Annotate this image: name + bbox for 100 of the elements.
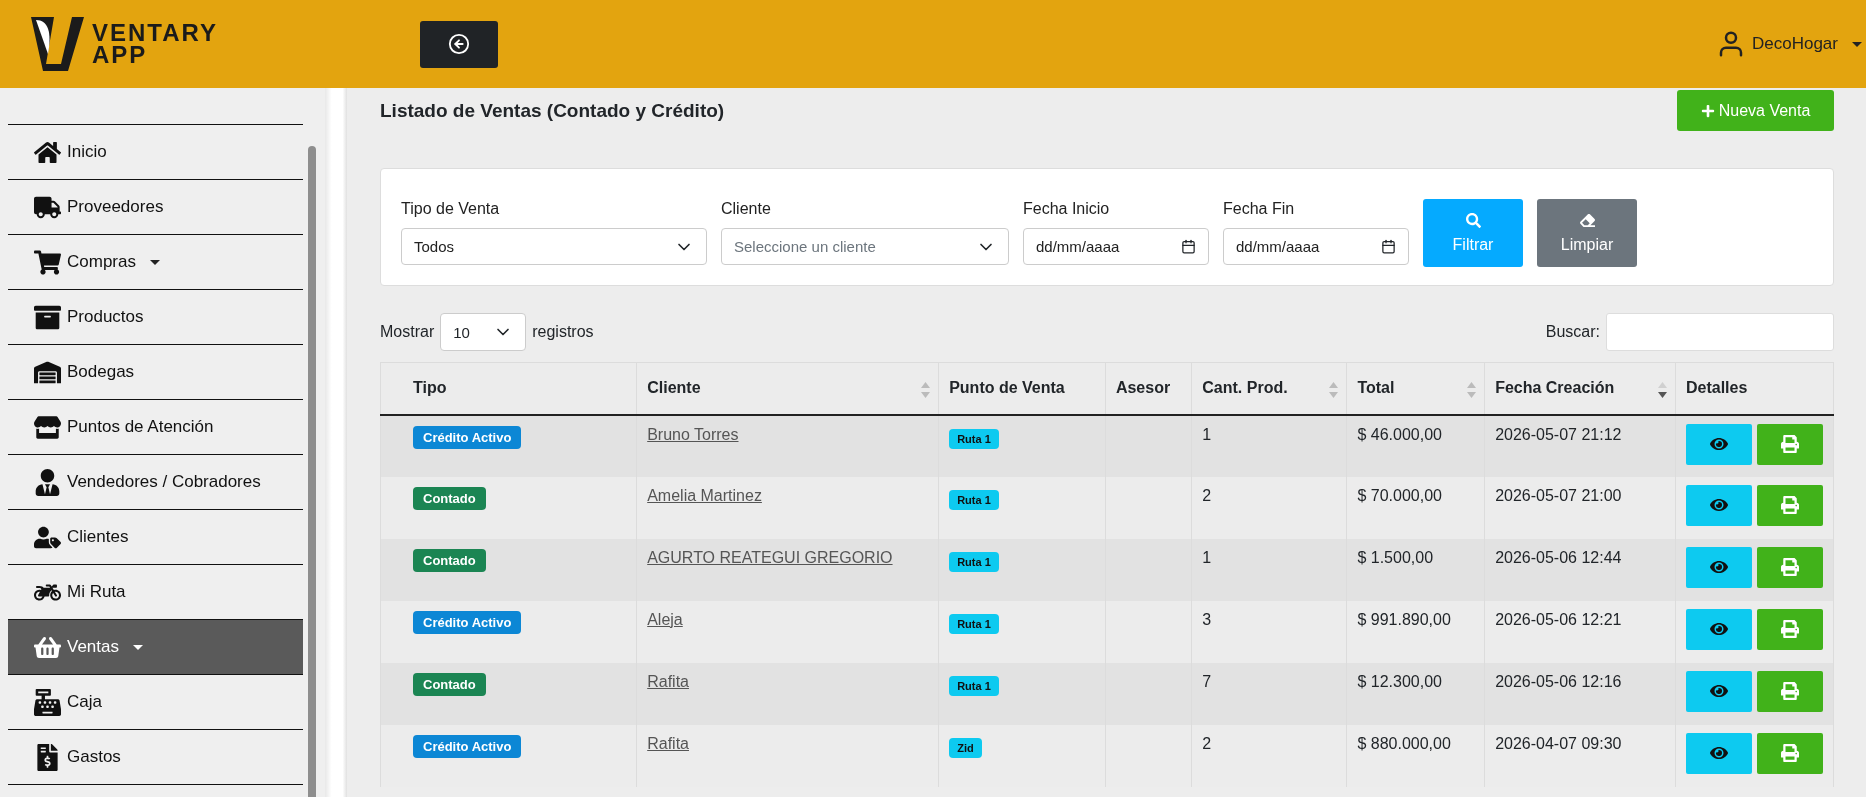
route-badge: Ruta 1 xyxy=(949,613,999,634)
field-label: Cliente xyxy=(721,200,772,218)
search-label: Buscar: xyxy=(1545,323,1600,341)
client-link[interactable]: Amelia Martinez xyxy=(647,486,762,504)
sidebar-item[interactable]: Ventas xyxy=(8,620,303,675)
column-header[interactable]: Cliente xyxy=(636,362,939,415)
view-button[interactable] xyxy=(1685,670,1752,712)
records-label: registros xyxy=(532,323,594,341)
column-header[interactable]: Fecha Creación xyxy=(1484,362,1676,415)
field-label: Tipo de Venta xyxy=(401,200,501,218)
person-tie-icon xyxy=(34,468,61,496)
sidebar-item[interactable]: Clientes xyxy=(8,510,303,565)
column-header: Detalles xyxy=(1675,362,1834,415)
cart-icon xyxy=(34,248,61,276)
user-menu[interactable]: DecoHogar xyxy=(1716,29,1866,59)
sidebar-item[interactable]: Vendedores / Cobradores xyxy=(8,455,303,510)
select-field[interactable]: Seleccione un cliente xyxy=(721,228,1009,265)
show-label: Mostrar xyxy=(380,323,435,341)
sidebar-item[interactable]: Compras xyxy=(8,235,303,290)
eraser-icon xyxy=(1579,212,1595,228)
type-badge: Contado xyxy=(413,672,486,696)
route-badge: Ruta 1 xyxy=(949,489,999,510)
back-button[interactable] xyxy=(420,20,498,68)
invoice-icon xyxy=(34,743,61,771)
route-badge: Ruta 1 xyxy=(949,551,999,572)
search-field[interactable] xyxy=(1606,313,1834,351)
client-link[interactable]: Rafita xyxy=(647,672,689,690)
sidebar-item[interactable]: Inicio xyxy=(8,125,303,180)
type-badge: Crédito Activo xyxy=(413,425,522,449)
view-button[interactable] xyxy=(1685,608,1752,650)
date-field[interactable]: dd/mm/aaaa xyxy=(1223,228,1409,265)
client-link[interactable]: AGURTO REATEGUI GREGORIO xyxy=(647,548,893,566)
sidebar-item[interactable]: Gastos xyxy=(8,730,303,785)
table-cell: 2 xyxy=(1202,486,1212,504)
column-header: Asesor xyxy=(1105,362,1192,415)
field-label: Fecha Inicio xyxy=(1023,200,1111,218)
table-cell: $ 46.000,00 xyxy=(1357,425,1442,443)
search-icon xyxy=(1465,212,1481,228)
table-cell: 2 xyxy=(1202,734,1212,752)
logo-text: APP xyxy=(92,44,149,66)
field-label: Fecha Fin xyxy=(1223,200,1296,218)
sort-icon[interactable] xyxy=(1657,382,1667,398)
printer-icon xyxy=(1780,682,1799,700)
route-badge: Ruta 1 xyxy=(949,428,999,449)
sidebar-item[interactable]: Productos xyxy=(8,290,303,345)
printer-icon xyxy=(1780,620,1799,638)
client-link[interactable]: Aleja xyxy=(647,610,683,628)
sidebar-item[interactable]: Caja xyxy=(8,675,303,730)
table-cell: 2026-05-07 21:12 xyxy=(1495,425,1622,443)
date-field[interactable]: dd/mm/aaaa xyxy=(1023,228,1209,265)
view-button[interactable] xyxy=(1685,732,1752,774)
type-badge: Crédito Activo xyxy=(413,734,522,758)
scrollbar-thumb[interactable] xyxy=(308,146,316,797)
clear-button[interactable]: Limpiar xyxy=(1537,199,1637,267)
table-cell: $ 991.890,00 xyxy=(1357,610,1451,628)
sidebar-item[interactable]: Bodegas xyxy=(8,345,303,400)
table-cell: 2026-05-06 12:21 xyxy=(1495,610,1622,628)
table-cell: $ 880.000,00 xyxy=(1357,734,1451,752)
table-cell: 1 xyxy=(1202,425,1212,443)
route-badge: Zid xyxy=(949,737,982,758)
sidebar-item[interactable]: Puntos de Atención xyxy=(8,400,303,455)
eye-icon xyxy=(1709,496,1728,514)
printer-icon xyxy=(1780,435,1799,453)
table-cell: 7 xyxy=(1202,672,1212,690)
eye-icon xyxy=(1709,620,1728,638)
calendar-icon xyxy=(1181,239,1196,254)
eye-icon xyxy=(1709,682,1728,700)
page-size-select[interactable]: 10 xyxy=(440,313,527,351)
route-badge: Ruta 1 xyxy=(949,675,999,696)
cash-register-icon xyxy=(34,688,61,716)
store-icon xyxy=(34,413,61,441)
caret-icon xyxy=(1852,41,1862,47)
table-cell: $ 1.500,00 xyxy=(1357,548,1434,566)
column-header: Tipo xyxy=(380,362,637,415)
table-cell: 1 xyxy=(1202,548,1212,566)
eye-icon xyxy=(1709,744,1728,762)
type-badge: Crédito Activo xyxy=(413,610,522,634)
box-icon xyxy=(34,303,61,331)
type-badge: Contado xyxy=(413,548,486,572)
table-cell: 2026-05-06 12:44 xyxy=(1495,548,1622,566)
column-header[interactable]: Total xyxy=(1346,362,1485,415)
printer-icon xyxy=(1780,496,1799,514)
column-header[interactable]: Cant. Prod. xyxy=(1191,362,1347,415)
table-cell: $ 70.000,00 xyxy=(1357,486,1442,504)
eye-icon xyxy=(1709,558,1728,576)
select-field[interactable]: Todos xyxy=(401,228,707,265)
sidebar-item[interactable]: Proveedores xyxy=(8,180,303,235)
plus-icon xyxy=(1700,103,1715,118)
view-button[interactable] xyxy=(1685,546,1752,588)
client-link[interactable]: Bruno Torres xyxy=(647,425,739,443)
table-cell: 2026-05-06 12:16 xyxy=(1495,672,1622,690)
logo-text: VENTARY xyxy=(92,22,218,44)
view-button[interactable] xyxy=(1685,484,1752,526)
table-cell: 2026-04-07 09:30 xyxy=(1495,734,1622,752)
column-header: Punto de Venta xyxy=(938,362,1106,415)
client-link[interactable]: Rafita xyxy=(647,734,689,752)
printer-icon xyxy=(1780,558,1799,576)
eye-icon xyxy=(1709,435,1728,453)
calendar-icon xyxy=(1381,239,1396,254)
view-button[interactable] xyxy=(1685,423,1752,465)
